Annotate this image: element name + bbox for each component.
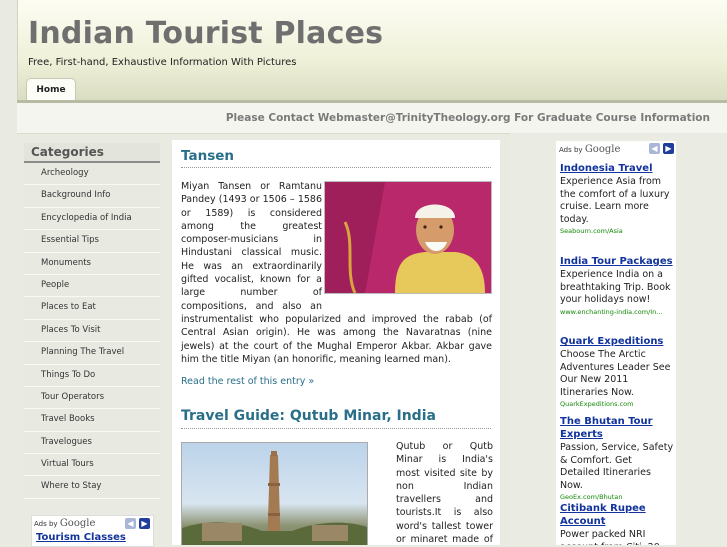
post-body-qutub-minar: Qutub or Qutb Minar is India's most visi… xyxy=(396,441,493,545)
ad-description: Choose The Arctic Adventures Leader See … xyxy=(560,349,671,398)
category-planning-travel[interactable]: Planning The Travel xyxy=(24,342,160,365)
google-wordmark: Google xyxy=(584,144,621,155)
ad-title-link[interactable]: Citibank Rupee Account xyxy=(560,502,674,528)
ads-by-google-label[interactable]: Ads by Google xyxy=(34,518,95,529)
category-virtual-tours[interactable]: Virtual Tours xyxy=(24,454,160,477)
prev-ad-icon[interactable]: ◀ xyxy=(649,143,660,154)
prev-ad-icon[interactable]: ◀ xyxy=(125,518,136,529)
ad-description: Experience India on a breathtaking Trip.… xyxy=(560,269,671,305)
category-tour-operators[interactable]: Tour Operators xyxy=(24,386,160,410)
ad-display-url[interactable]: Seabourn.com/Asia xyxy=(560,226,674,236)
ad-title-link[interactable]: The Bhutan Tour Experts xyxy=(560,415,674,441)
ad-title-link[interactable]: India Tour Packages xyxy=(560,255,674,268)
next-ad-icon[interactable]: ▶ xyxy=(663,143,674,154)
tansen-portrait-drawing xyxy=(325,182,491,294)
category-travelogues[interactable]: Travelogues xyxy=(24,431,160,455)
ads-by-google-label[interactable]: Ads by Google xyxy=(559,144,620,155)
qutub-minar-drawing xyxy=(182,451,367,545)
right-ad-unit: Ads by Google ◀ ▶ Indonesia Travel Exper… xyxy=(556,141,676,545)
category-encyclopedia[interactable]: Encyclopedia of India xyxy=(24,207,160,231)
category-places-to-eat[interactable]: Places to Eat xyxy=(24,297,160,320)
category-places-to-visit[interactable]: Places To Visit xyxy=(24,319,160,343)
ad-title-link[interactable]: Quark Expeditions xyxy=(560,335,674,348)
ad-description: Passion, Service, Safety & Comfort. Get … xyxy=(560,442,674,491)
main-content: Tansen Miyan Tansen or Ramtanu Pandey (1… xyxy=(172,140,500,545)
post-title-tansen[interactable]: Tansen xyxy=(181,148,234,164)
ad-citibank-rupee-account: Citibank Rupee Account Power packed NRI … xyxy=(560,502,674,545)
categories-heading: Categories xyxy=(24,143,160,163)
contact-bar: Please Contact Webmaster@TrinityTheology… xyxy=(17,103,727,134)
ad-display-url[interactable]: www.enchanting-india.com/In... xyxy=(560,307,674,317)
ads-by-text: Ads by xyxy=(559,146,583,154)
ad-link-tourism-classes[interactable]: Tourism Classes xyxy=(36,532,126,543)
google-wordmark: Google xyxy=(59,518,96,529)
ad-indonesia-travel: Indonesia Travel Experience Asia from th… xyxy=(560,162,674,236)
ad-display-url[interactable]: GeoEx.com/Bhutan xyxy=(560,492,674,502)
category-background-info[interactable]: Background Info xyxy=(24,185,160,208)
ad-title-link[interactable]: Indonesia Travel xyxy=(560,162,674,175)
category-where-to-stay[interactable]: Where to Stay xyxy=(24,476,160,499)
nav-tab-home[interactable]: Home xyxy=(26,78,76,101)
site-tagline: Free, First-hand, Exhaustive Information… xyxy=(28,57,297,68)
post-divider xyxy=(181,167,491,168)
category-archeology[interactable]: Archeology xyxy=(24,163,160,186)
post-divider xyxy=(181,428,491,429)
next-ad-icon[interactable]: ▶ xyxy=(139,518,150,529)
ad-india-tour-packages: India Tour Packages Experience India on … xyxy=(560,255,674,317)
sidebar-ad-unit: Ads by Google ◀ ▶ Tourism Classes xyxy=(31,515,154,547)
ad-description: Power packed NRI account from Citi. 20 xyxy=(560,529,660,545)
ad-display-url[interactable]: QuarkExpeditions.com xyxy=(560,399,674,409)
contact-message: Please Contact Webmaster@TrinityTheology… xyxy=(225,112,710,124)
category-monuments[interactable]: Monuments xyxy=(24,252,160,275)
category-people[interactable]: People xyxy=(24,274,160,298)
category-essential-tips[interactable]: Essential Tips xyxy=(24,230,160,253)
ad-description: Experience Asia from the comfort of a lu… xyxy=(560,176,670,225)
ad-bhutan-tour-experts: The Bhutan Tour Experts Passion, Service… xyxy=(560,415,674,502)
ads-by-text: Ads by xyxy=(34,520,58,528)
qutub-minar-image xyxy=(181,442,368,545)
tansen-portrait-image xyxy=(324,181,492,294)
sidebar: Categories Archeology Background Info En… xyxy=(24,143,160,499)
site-header: Indian Tourist Places Free, First-hand, … xyxy=(17,0,727,102)
read-more-link[interactable]: Read the rest of this entry » xyxy=(181,376,314,387)
site-title[interactable]: Indian Tourist Places xyxy=(28,16,383,51)
category-travel-books[interactable]: Travel Books xyxy=(24,409,160,432)
post-title-qutub-minar[interactable]: Travel Guide: Qutub Minar, India xyxy=(181,408,436,424)
category-things-to-do[interactable]: Things To Do xyxy=(24,364,160,387)
ad-quark-expeditions: Quark Expeditions Choose The Arctic Adve… xyxy=(560,335,674,409)
